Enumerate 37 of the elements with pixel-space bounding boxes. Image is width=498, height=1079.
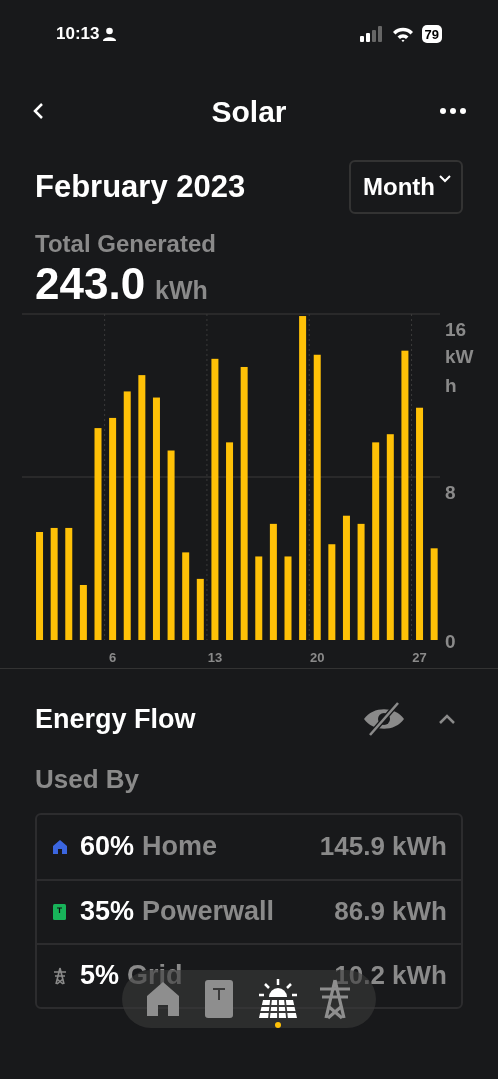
eye-slash-icon[interactable] xyxy=(363,702,405,737)
y-axis-label: 0 xyxy=(445,631,456,652)
chart-bar xyxy=(196,578,204,640)
y-axis-unit: kWh xyxy=(445,345,475,398)
period-dropdown[interactable]: Month xyxy=(349,160,463,214)
signal-icon xyxy=(359,26,384,42)
usage-label: Grid xyxy=(127,959,183,993)
usage-label: Powerwall xyxy=(142,895,275,929)
chevron-down-icon xyxy=(439,175,451,183)
more-icon xyxy=(440,108,466,114)
chevron-left-icon xyxy=(32,102,44,120)
y-axis-label: 16 xyxy=(445,319,467,340)
wifi-icon xyxy=(391,26,414,42)
usage-label: Home xyxy=(142,830,218,864)
usage-amount: 86.9 kWh xyxy=(334,895,447,928)
page-title: Solar xyxy=(211,93,287,130)
usage-percent: 60% xyxy=(80,830,135,864)
total-unit: kWh xyxy=(155,275,208,306)
usage-percent: 35% xyxy=(80,895,135,929)
usage-percent: 5% xyxy=(80,959,120,993)
status-time: 10:13 xyxy=(56,23,100,46)
section-title: Energy Flow xyxy=(35,703,196,736)
x-axis-label: 27 xyxy=(412,650,427,665)
battery-indicator: 79 xyxy=(421,25,442,43)
person-icon xyxy=(103,27,117,41)
usage-amount: 145.9 kWh xyxy=(319,830,447,863)
usage-amount: 10.2 kWh xyxy=(334,959,447,992)
x-axis-label: 6 xyxy=(109,650,117,665)
section-subtitle: Used By xyxy=(35,762,141,796)
chart-bar xyxy=(79,585,87,640)
total-value: 243.0 xyxy=(35,262,146,306)
period-title: February 2023 xyxy=(35,167,246,206)
x-axis-label: 20 xyxy=(310,650,325,665)
chevron-up-icon xyxy=(438,713,456,725)
total-label: Total Generated xyxy=(35,229,217,259)
y-axis-label: 8 xyxy=(445,482,456,503)
x-axis-label: 13 xyxy=(207,650,223,665)
